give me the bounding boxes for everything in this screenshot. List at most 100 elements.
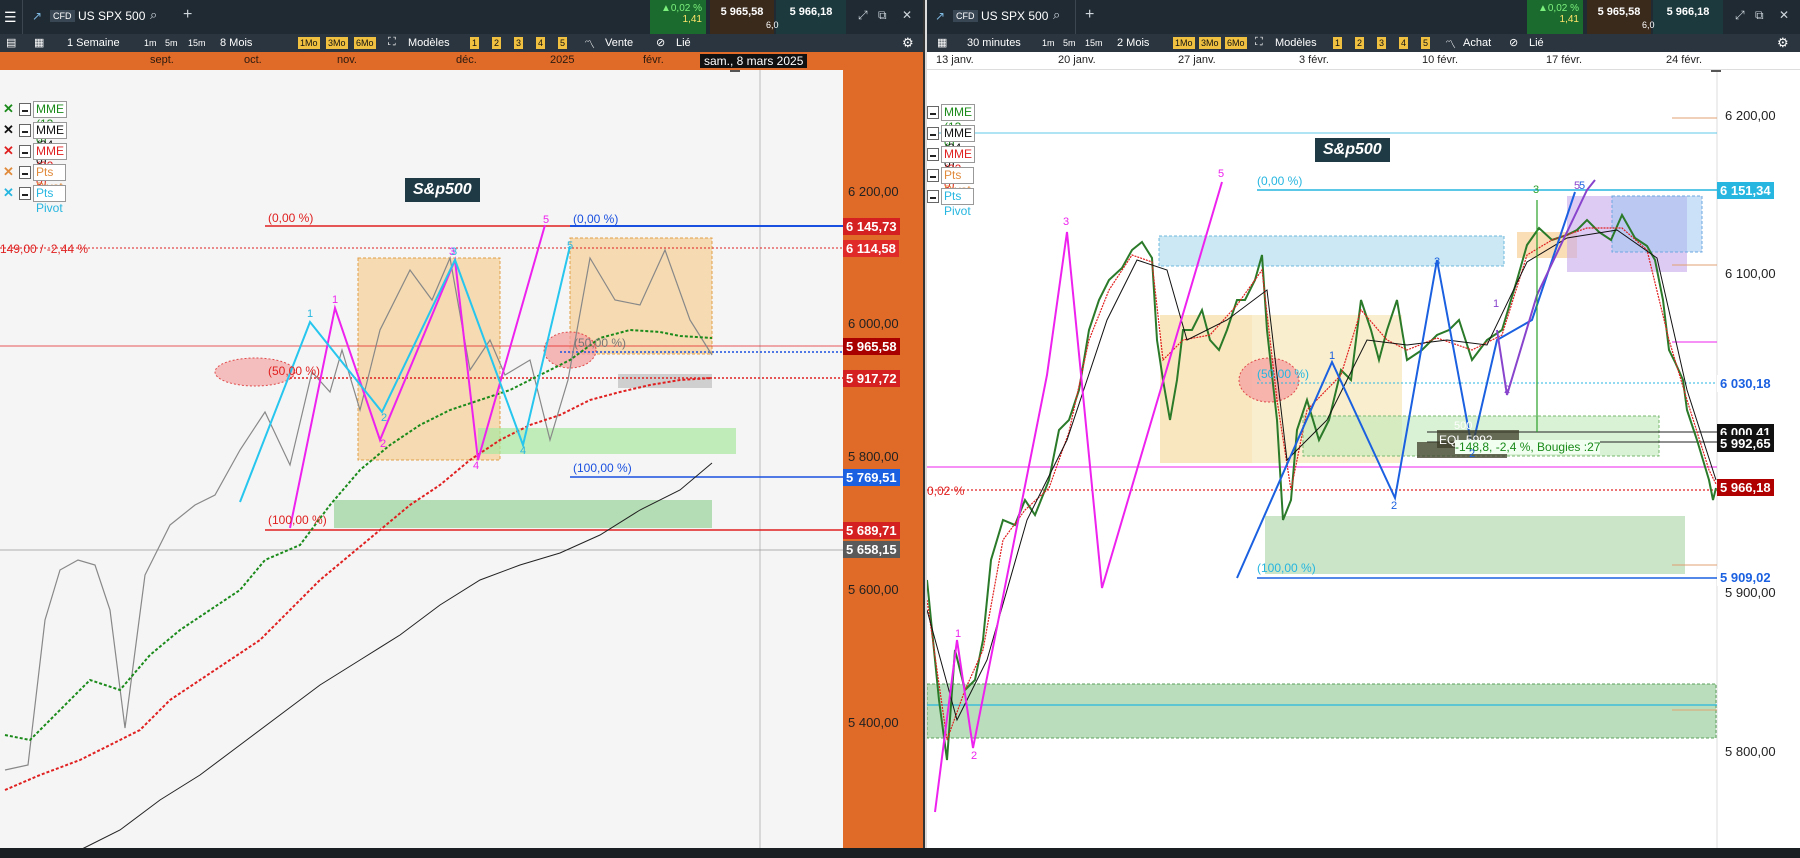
linked-label[interactable]: Lié <box>1529 37 1544 49</box>
left-toolbar: ▤ ▦ 1 Semaine 1m 5m 15m 8 Mois 1Mo 3Mo 6… <box>0 34 923 52</box>
taskbar <box>0 848 1800 858</box>
period-selector[interactable]: 30 minutes <box>967 37 1021 49</box>
expand-icon[interactable]: ⤢ <box>1735 8 1745 23</box>
wave-label: 3 <box>1434 256 1441 268</box>
interval-5m[interactable]: 5m <box>163 37 180 49</box>
wave-label: 2 <box>380 438 387 450</box>
close-icon[interactable]: ✕ <box>1779 8 1789 22</box>
range-3mo[interactable]: 3Mo <box>1199 37 1221 49</box>
remove-icon[interactable]: ✕ <box>2 165 15 178</box>
preset-1[interactable]: 1 <box>470 37 480 49</box>
fib-label: (0,00 %) <box>573 212 619 226</box>
add-tab-icon[interactable]: + <box>1085 6 1094 24</box>
range-1mo[interactable]: 1Mo <box>298 37 320 49</box>
settings-icon[interactable]: ⚙ <box>1777 35 1789 51</box>
expand-icon[interactable]: ⤢ <box>858 8 868 23</box>
preset-3[interactable]: 3 <box>1377 37 1387 49</box>
trend-icon[interactable]: 〽 <box>1445 36 1456 52</box>
cfd-badge: CFD <box>953 10 978 22</box>
bid-box[interactable]: 5 965,58 <box>710 0 774 34</box>
date-label: 20 janv. <box>1058 54 1096 66</box>
search-icon[interactable]: ⌕ <box>150 7 157 23</box>
price-axis-tick: 5 800,00 <box>1725 744 1776 759</box>
interval-1m[interactable]: 1m <box>142 37 159 49</box>
preset-3[interactable]: 3 <box>514 37 524 49</box>
remove-icon[interactable]: ✕ <box>2 186 15 199</box>
support-zone <box>334 500 712 528</box>
date-label: 13 janv. <box>936 54 974 66</box>
price-tag: 5 966,18 <box>1717 479 1774 496</box>
instrument-name[interactable]: US SPX 500 <box>78 9 145 23</box>
chart-type-icon[interactable]: ↗ <box>935 9 945 23</box>
period-selector[interactable]: 1 Semaine <box>67 37 120 49</box>
date-label: oct. <box>244 54 262 66</box>
layout-icon[interactable]: ▦ <box>34 36 44 49</box>
range-6mo[interactable]: 6Mo <box>354 37 376 49</box>
range-6mo[interactable]: 6Mo <box>1225 37 1247 49</box>
left-titlebar: ☰ ↗ CFD US SPX 500 ⌕ + ▲0,02 % 1,41 5 96… <box>0 0 923 34</box>
measure-label: -148,8, -2,4 %, Bougies :27 <box>1455 440 1601 454</box>
preset-5[interactable]: 5 <box>558 37 568 49</box>
models-icon[interactable]: ⛶ <box>1255 36 1263 49</box>
range-selector[interactable]: 8 Mois <box>220 37 252 49</box>
drop-label: 149,00 / -2,44 % <box>0 242 89 256</box>
close-icon[interactable]: ✕ <box>902 8 912 22</box>
fib-label: (0,00 %) <box>1257 174 1303 188</box>
trade-direction[interactable]: Vente <box>605 37 633 49</box>
ask-box[interactable]: 5 966,18 <box>1653 0 1723 34</box>
preset-4[interactable]: 4 <box>1399 37 1409 49</box>
date-label: 24 févr. <box>1666 54 1703 66</box>
link-icon[interactable]: ⊘ <box>656 36 665 49</box>
remove-icon[interactable]: ✕ <box>2 102 15 115</box>
remove-icon[interactable]: ✕ <box>2 123 15 136</box>
search-icon[interactable]: ⌕ <box>1053 7 1060 23</box>
instrument-name[interactable]: US SPX 500 <box>981 9 1048 23</box>
settings-icon[interactable]: ⚙ <box>902 35 914 51</box>
price-axis-tick: 6 000,00 <box>848 316 899 331</box>
models-icon[interactable]: ⛶ <box>388 36 396 49</box>
right-chart-canvas[interactable] <box>927 70 1800 858</box>
trade-direction[interactable]: Achat <box>1463 37 1491 49</box>
price-axis-tick: 5 600,00 <box>848 582 899 597</box>
sidebar-toggle-icon[interactable]: ▤ <box>6 36 16 49</box>
range-3mo[interactable]: 3Mo <box>326 37 348 49</box>
trend-icon[interactable]: 〽 <box>584 36 595 52</box>
wave-label: 5 <box>567 240 574 252</box>
chart-type-icon[interactable]: ↗ <box>32 9 42 23</box>
price-tag: 6 145,73 <box>843 218 900 235</box>
interval-5m[interactable]: 5m <box>1061 37 1078 49</box>
date-label: févr. <box>643 54 664 66</box>
menu-icon[interactable]: ☰ <box>4 9 17 26</box>
range-1mo[interactable]: 1Mo <box>1173 37 1195 49</box>
models-button[interactable]: Modèles <box>1275 37 1317 49</box>
interval-15m[interactable]: 15m <box>186 37 208 49</box>
wave-label: 5 <box>1218 168 1225 180</box>
fib-label: (100,00 %) <box>573 461 632 475</box>
add-tab-icon[interactable]: + <box>183 6 192 24</box>
preset-2[interactable]: 2 <box>1355 37 1365 49</box>
popout-icon[interactable]: ⧉ <box>878 8 887 23</box>
linked-label[interactable]: Lié <box>676 37 691 49</box>
models-button[interactable]: Modèles <box>408 37 450 49</box>
price-tag: 5 965,58 <box>843 338 900 355</box>
price-tag: 6 114,58 <box>843 240 899 257</box>
price-axis-tick: 6 100,00 <box>1725 266 1776 281</box>
ask-box[interactable]: 5 966,18 <box>776 0 846 34</box>
price-axis-tick: 5 400,00 <box>848 715 899 730</box>
layout-icon[interactable]: ▦ <box>937 36 947 49</box>
interval-15m[interactable]: 15m <box>1083 37 1105 49</box>
interval-1m[interactable]: 1m <box>1040 37 1057 49</box>
preset-1[interactable]: 1 <box>1333 37 1343 49</box>
instrument-logo-tag: S&p500 <box>405 178 480 202</box>
link-icon[interactable]: ⊘ <box>1509 36 1518 49</box>
preset-2[interactable]: 2 <box>492 37 502 49</box>
wave-label: 2 <box>971 750 978 762</box>
popout-icon[interactable]: ⧉ <box>1755 8 1764 23</box>
wave-label: 1 <box>332 294 339 306</box>
price-axis-tick: 5 900,00 <box>1725 585 1776 600</box>
remove-icon[interactable]: ✕ <box>2 144 15 157</box>
range-selector[interactable]: 2 Mois <box>1117 37 1149 49</box>
preset-4[interactable]: 4 <box>536 37 546 49</box>
preset-5[interactable]: 5 <box>1421 37 1431 49</box>
cursor-date: sam., 8 mars 2025 <box>700 54 808 68</box>
